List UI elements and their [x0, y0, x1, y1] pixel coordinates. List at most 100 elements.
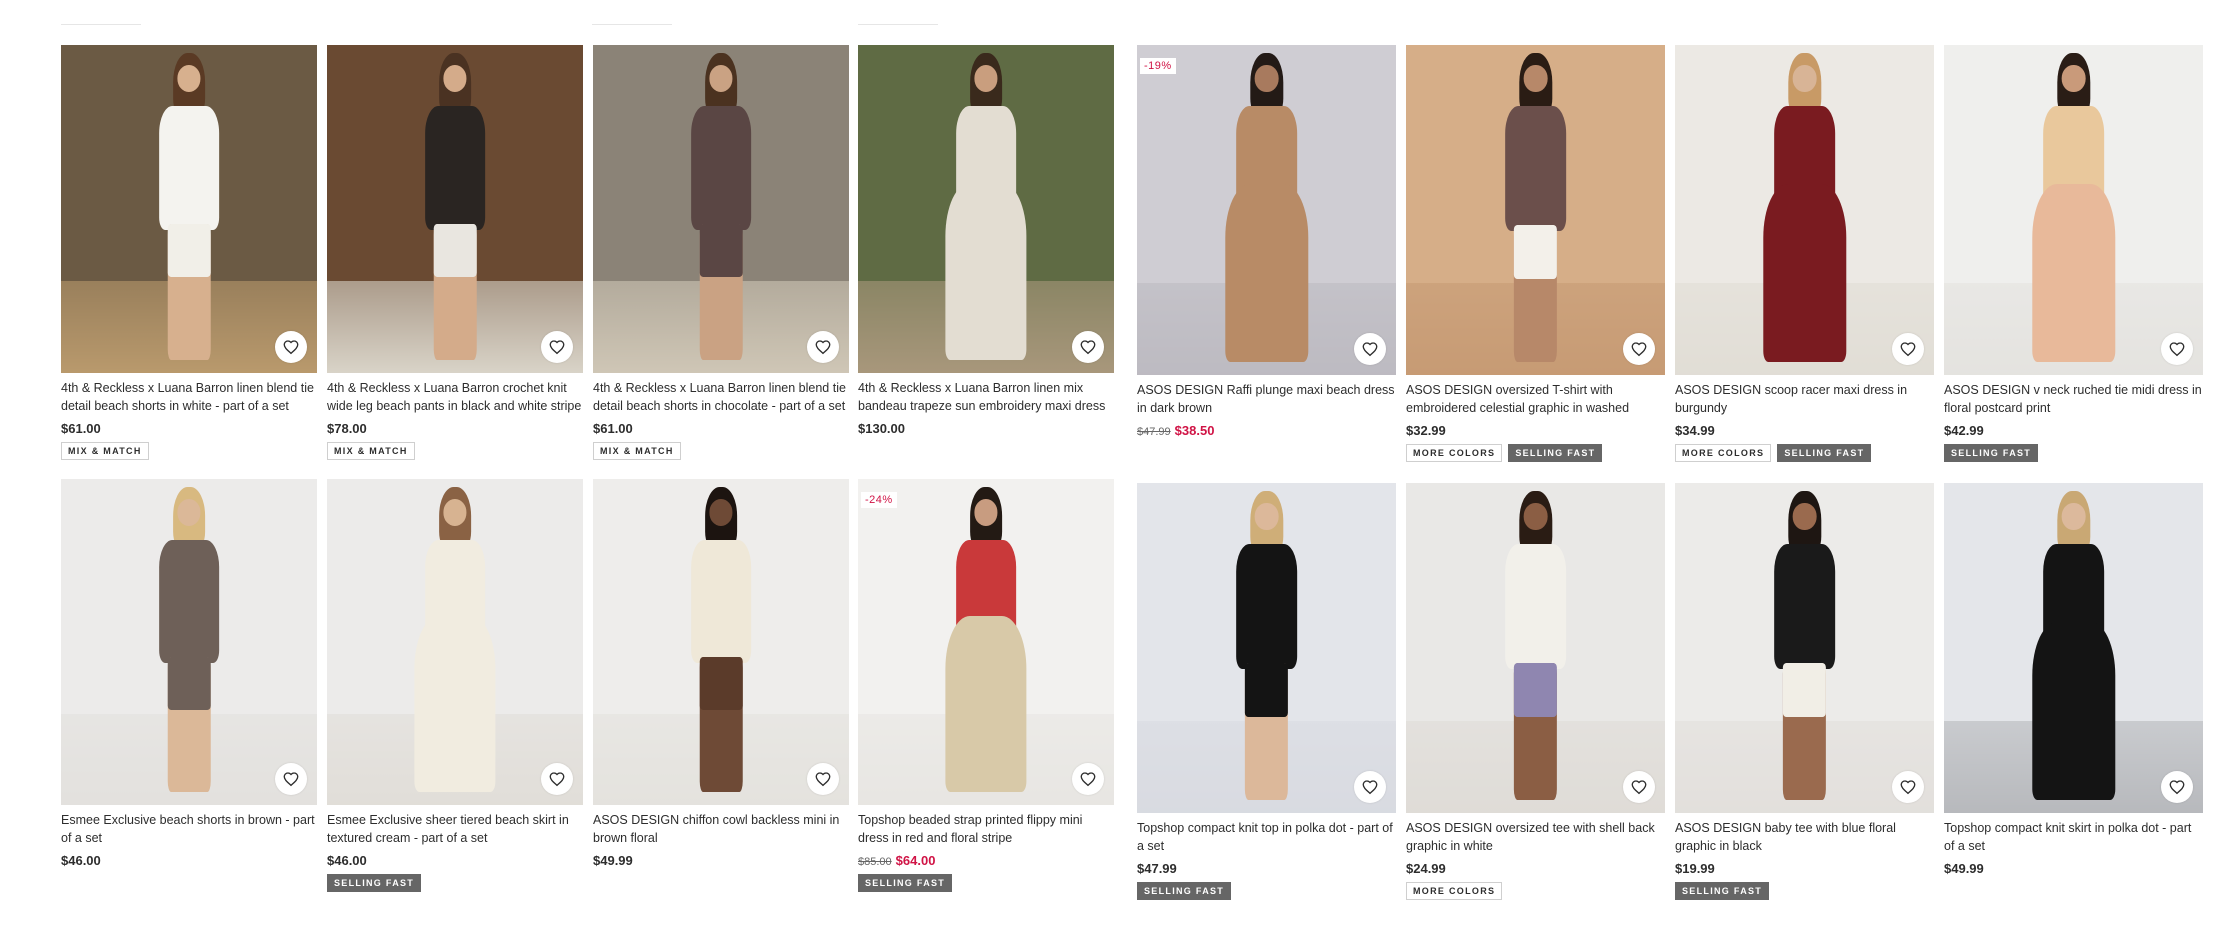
discount-badge: -19%: [1140, 58, 1176, 74]
original-price: $47.99: [1137, 426, 1171, 438]
selling-fast-badge: SELLING FAST: [1777, 444, 1872, 462]
product-card[interactable]: 4th & Reckless x Luana Barron crochet kn…: [327, 45, 583, 460]
product-title[interactable]: 4th & Reckless x Luana Barron linen blen…: [593, 379, 849, 415]
selling-fast-badge: SELLING FAST: [1675, 882, 1770, 900]
heart-icon[interactable]: [1892, 771, 1924, 803]
product-image[interactable]: -19%: [1137, 45, 1396, 375]
product-price: $42.99: [1944, 423, 1984, 438]
product-price: $78.00: [327, 421, 367, 436]
product-card[interactable]: ASOS DESIGN oversized T-shirt with embro…: [1406, 45, 1665, 462]
product-price: $32.99: [1406, 423, 1446, 438]
product-card[interactable]: ASOS DESIGN baby tee with blue floral gr…: [1675, 483, 1934, 900]
product-card[interactable]: 4th & Reckless x Luana Barron linen mix …: [858, 45, 1114, 436]
product-card[interactable]: Topshop compact knit skirt in polka dot …: [1944, 483, 2203, 876]
product-price: $47.99: [1137, 861, 1177, 876]
selling-fast-badge: SELLING FAST: [1137, 882, 1232, 900]
badge-group: SELLING FAST: [1137, 882, 1396, 900]
product-image[interactable]: -24%: [858, 479, 1114, 805]
selling-fast-badge: SELLING FAST: [1508, 444, 1603, 462]
selling-fast-badge: SELLING FAST: [858, 874, 953, 892]
discount-badge: -24%: [861, 492, 897, 508]
heart-icon[interactable]: [807, 331, 839, 363]
product-card[interactable]: ASOS DESIGN oversized tee with shell bac…: [1406, 483, 1665, 900]
sale-price: $64.00: [895, 853, 936, 868]
product-title[interactable]: ASOS DESIGN chiffon cowl backless mini i…: [593, 811, 849, 847]
heart-icon[interactable]: [807, 763, 839, 795]
product-image[interactable]: [61, 45, 317, 373]
product-title[interactable]: 4th & Reckless x Luana Barron linen blen…: [61, 379, 317, 415]
product-price: $46.00: [61, 853, 101, 868]
heart-icon[interactable]: [1072, 763, 1104, 795]
heart-icon[interactable]: [541, 331, 573, 363]
heart-icon[interactable]: [541, 763, 573, 795]
product-price: $130.00: [858, 421, 905, 436]
product-title[interactable]: ASOS DESIGN scoop racer maxi dress in bu…: [1675, 381, 1934, 417]
divider: [858, 24, 938, 25]
divider: [592, 24, 672, 25]
product-title[interactable]: ASOS DESIGN oversized T-shirt with embro…: [1406, 381, 1665, 417]
badge-group: MIX & MATCH: [327, 442, 583, 460]
selling-fast-badge: SELLING FAST: [327, 874, 422, 892]
product-price: $24.99: [1406, 861, 1446, 876]
heart-icon[interactable]: [1892, 333, 1924, 365]
product-card[interactable]: Esmee Exclusive sheer tiered beach skirt…: [327, 479, 583, 892]
product-title[interactable]: ASOS DESIGN oversized tee with shell bac…: [1406, 819, 1665, 855]
heart-icon[interactable]: [2161, 333, 2193, 365]
product-image[interactable]: [327, 479, 583, 805]
product-title[interactable]: Esmee Exclusive beach shorts in brown - …: [61, 811, 317, 847]
product-price: $85.00 $64.00: [858, 853, 1114, 868]
badge-group: MIX & MATCH: [593, 442, 849, 460]
product-title[interactable]: Topshop beaded strap printed flippy mini…: [858, 811, 1114, 847]
product-title[interactable]: ASOS DESIGN v neck ruched tie midi dress…: [1944, 381, 2203, 417]
product-card[interactable]: ASOS DESIGN v neck ruched tie midi dress…: [1944, 45, 2203, 462]
mix-match-badge: MIX & MATCH: [593, 442, 681, 460]
heart-icon[interactable]: [1354, 333, 1386, 365]
product-title[interactable]: Topshop compact knit top in polka dot - …: [1137, 819, 1396, 855]
heart-icon[interactable]: [1623, 771, 1655, 803]
product-image[interactable]: [1406, 483, 1665, 813]
product-image[interactable]: [1137, 483, 1396, 813]
heart-icon[interactable]: [275, 763, 307, 795]
heart-icon[interactable]: [1354, 771, 1386, 803]
product-card[interactable]: 4th & Reckless x Luana Barron linen blen…: [61, 45, 317, 460]
mix-match-badge: MIX & MATCH: [327, 442, 415, 460]
product-image[interactable]: [1944, 45, 2203, 375]
product-card[interactable]: -19% ASOS DESIGN Raffi plunge maxi beach…: [1137, 45, 1396, 438]
more-colors-badge: MORE COLORS: [1406, 882, 1503, 900]
product-title[interactable]: 4th & Reckless x Luana Barron linen mix …: [858, 379, 1114, 415]
product-title[interactable]: Topshop compact knit skirt in polka dot …: [1944, 819, 2203, 855]
product-card[interactable]: Topshop compact knit top in polka dot - …: [1137, 483, 1396, 900]
original-price: $85.00: [858, 856, 892, 868]
more-colors-badge: MORE COLORS: [1406, 444, 1503, 462]
badge-group: MORE COLORS SELLING FAST: [1406, 444, 1665, 462]
product-price: $46.00: [327, 853, 367, 868]
product-image[interactable]: [327, 45, 583, 373]
product-title[interactable]: ASOS DESIGN baby tee with blue floral gr…: [1675, 819, 1934, 855]
divider: [61, 24, 141, 25]
heart-icon[interactable]: [1072, 331, 1104, 363]
product-card[interactable]: ASOS DESIGN scoop racer maxi dress in bu…: [1675, 45, 1934, 462]
product-image[interactable]: [593, 45, 849, 373]
product-image[interactable]: [1406, 45, 1665, 375]
product-title[interactable]: ASOS DESIGN Raffi plunge maxi beach dres…: [1137, 381, 1396, 417]
product-card[interactable]: 4th & Reckless x Luana Barron linen blen…: [593, 45, 849, 460]
badge-group: SELLING FAST: [1944, 444, 2203, 462]
badge-group: SELLING FAST: [858, 874, 1114, 892]
product-card[interactable]: -24% Topshop beaded strap printed flippy…: [858, 479, 1114, 892]
product-image[interactable]: [61, 479, 317, 805]
product-title[interactable]: 4th & Reckless x Luana Barron crochet kn…: [327, 379, 583, 415]
heart-icon[interactable]: [275, 331, 307, 363]
sale-price: $38.50: [1174, 423, 1215, 438]
product-image[interactable]: [593, 479, 849, 805]
product-image[interactable]: [1675, 45, 1934, 375]
product-image[interactable]: [1675, 483, 1934, 813]
product-card[interactable]: ASOS DESIGN chiffon cowl backless mini i…: [593, 479, 849, 868]
heart-icon[interactable]: [2161, 771, 2193, 803]
heart-icon[interactable]: [1623, 333, 1655, 365]
badge-group: MIX & MATCH: [61, 442, 317, 460]
product-price: $49.99: [593, 853, 633, 868]
product-title[interactable]: Esmee Exclusive sheer tiered beach skirt…: [327, 811, 583, 847]
product-image[interactable]: [858, 45, 1114, 373]
product-image[interactable]: [1944, 483, 2203, 813]
product-card[interactable]: Esmee Exclusive beach shorts in brown - …: [61, 479, 317, 868]
